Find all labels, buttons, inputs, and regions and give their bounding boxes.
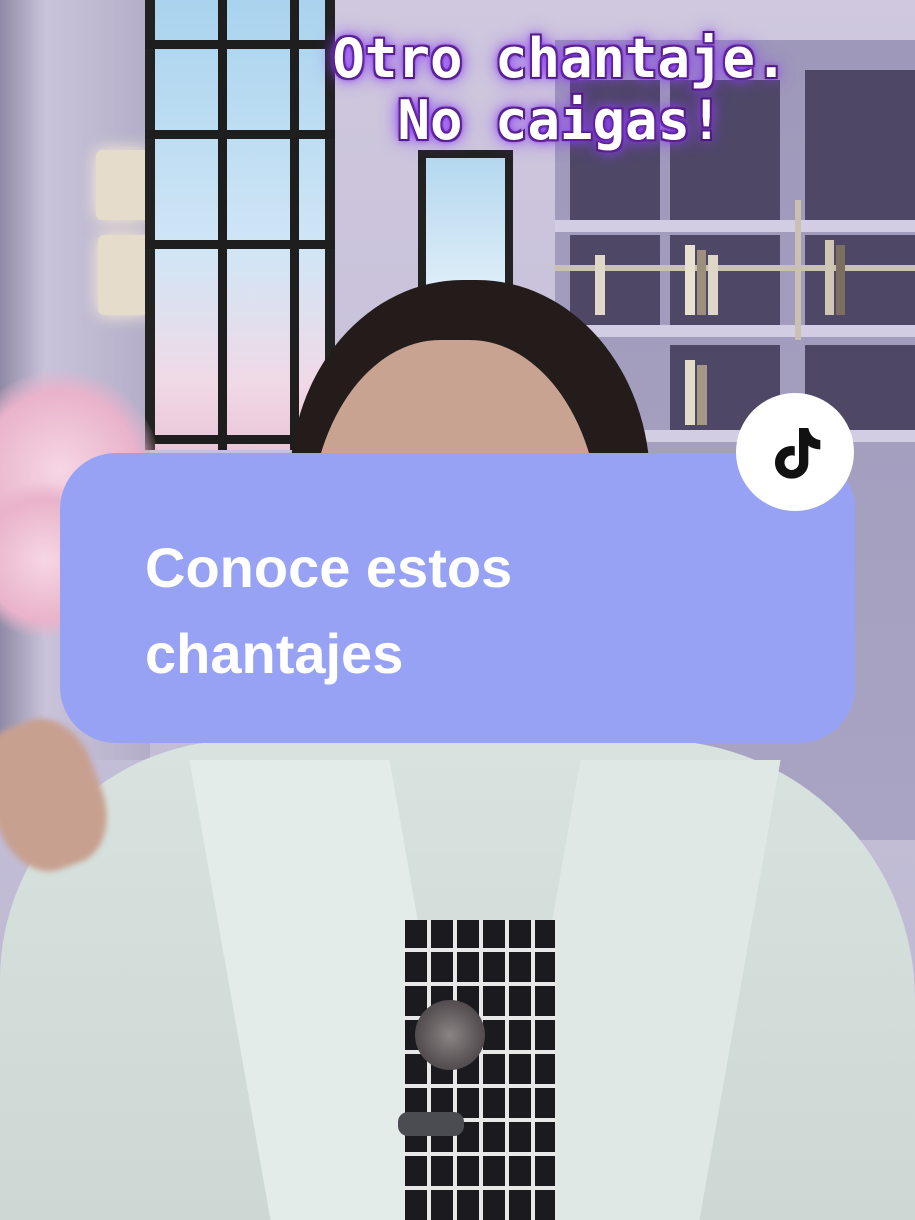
wall-lamp [98, 235, 150, 315]
card-title: Conoce estos chantajes [145, 525, 765, 697]
tiktok-logo-badge[interactable] [736, 393, 854, 511]
caption-line-2: No caigas! [397, 89, 723, 152]
wall-lamp [96, 150, 150, 220]
microphone-clip [398, 1112, 464, 1136]
patterned-blouse [405, 920, 555, 1220]
card-title-line-2: chantajes [145, 622, 404, 685]
lapel-microphone [415, 1000, 485, 1070]
title-card: Conoce estos chantajes [60, 453, 855, 743]
tiktok-logo-icon [775, 428, 821, 479]
video-caption: Otro chantaje. No caigas! [300, 28, 820, 152]
caption-line-1: Otro chantaje. [332, 27, 788, 90]
background-window [418, 150, 513, 300]
card-title-line-1: Conoce estos [145, 536, 513, 599]
video-frame[interactable]: Otro chantaje. No caigas! Conoce estos c… [0, 0, 915, 1220]
